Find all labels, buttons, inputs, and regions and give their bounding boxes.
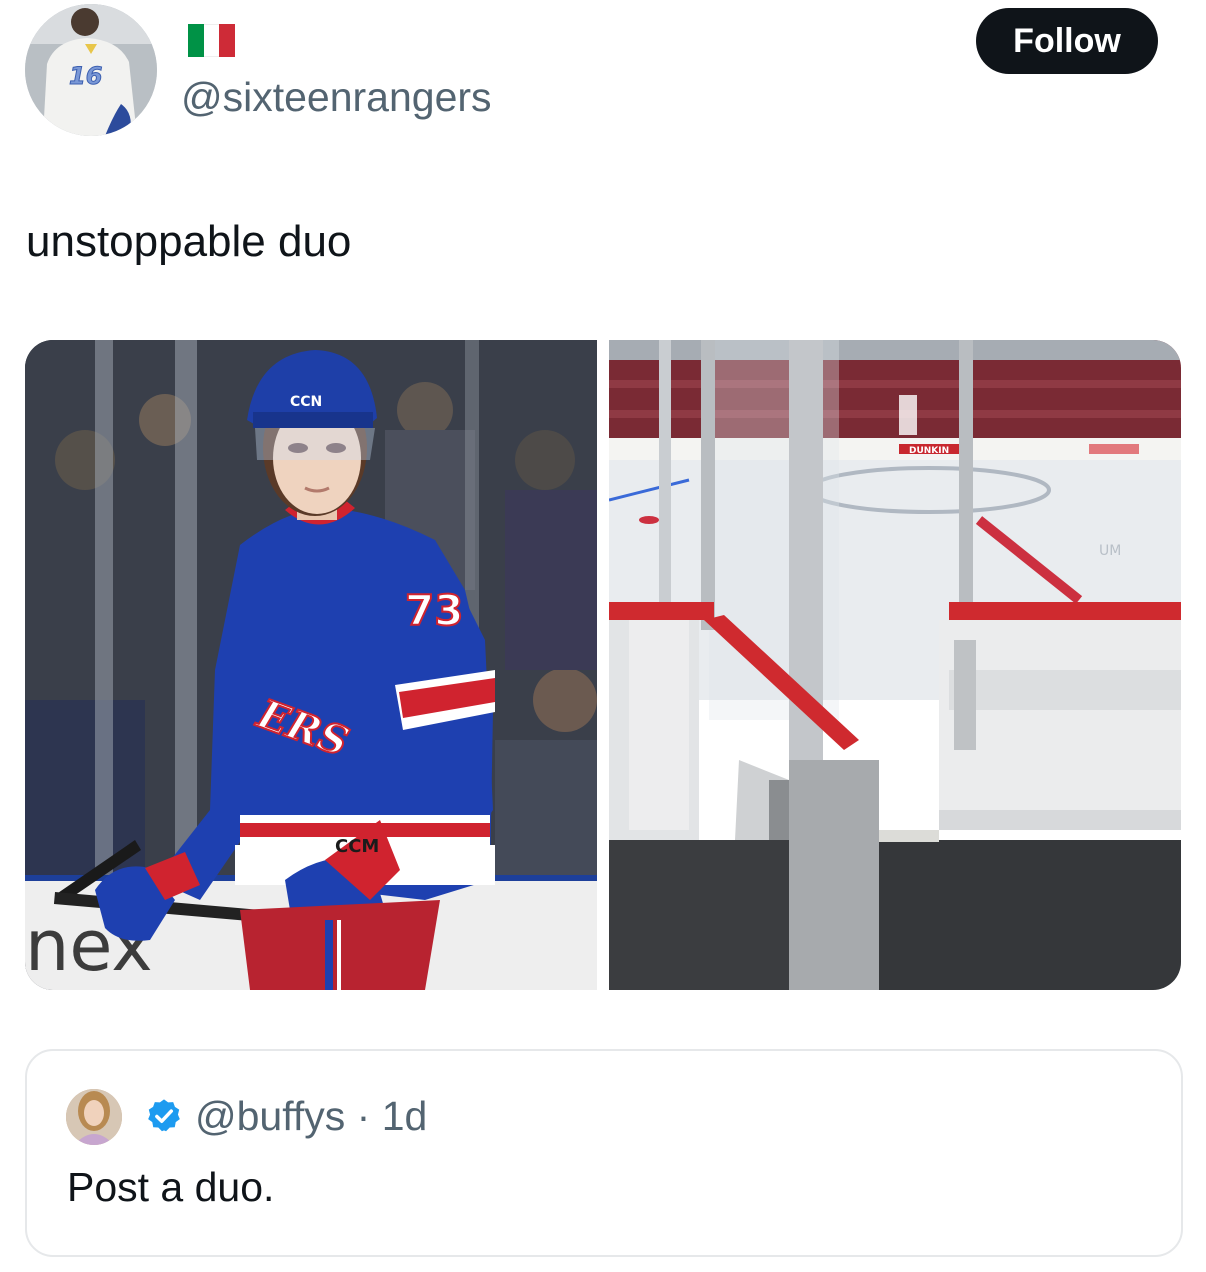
player-photo[interactable]: nex 73 ERS CCN CCM: [25, 340, 597, 990]
media-divider: [597, 340, 609, 990]
quoted-tweet-text: Post a duo.: [67, 1164, 275, 1210]
glove-brand: CCM: [335, 836, 379, 857]
quoted-author-handle[interactable]: @buffys: [195, 1093, 345, 1139]
bench-image: DUNKIN UM: [609, 340, 1181, 990]
italy-flag-icon: [188, 24, 236, 57]
bench-photo[interactable]: DUNKIN UM: [609, 340, 1181, 990]
quoted-author-meta: @buffys · 1d: [195, 1091, 427, 1141]
jersey-number: 73: [405, 586, 463, 635]
dasher-ad: DUNKIN: [909, 446, 949, 456]
flag-white-stripe: [203, 24, 220, 57]
author-handle[interactable]: @sixteenrangers: [181, 72, 492, 122]
tweet-text: unstoppable duo: [26, 217, 352, 266]
media-grid: nex 73 ERS CCN CCM DUNKIN UM: [25, 340, 1181, 990]
quoted-avatar-image: [66, 1089, 122, 1145]
follow-button[interactable]: Follow: [976, 8, 1158, 74]
meta-separator: ·: [345, 1093, 382, 1139]
author-avatar[interactable]: 16: [25, 4, 157, 136]
avatar-image: 16: [25, 4, 157, 136]
quoted-timestamp[interactable]: 1d: [382, 1093, 428, 1139]
quoted-author-avatar[interactable]: [66, 1089, 122, 1145]
verified-badge-icon: [148, 1099, 180, 1132]
flag-red-stripe: [219, 24, 236, 57]
svg-text:UM: UM: [1099, 543, 1121, 559]
avatar-jersey-number: 16: [69, 62, 102, 90]
helmet-brand: CCN: [290, 394, 322, 410]
quoted-tweet[interactable]: @buffys · 1d Post a duo.: [25, 1049, 1183, 1257]
flag-green-stripe: [188, 24, 204, 57]
player-image: nex 73 ERS CCN CCM: [25, 340, 597, 990]
